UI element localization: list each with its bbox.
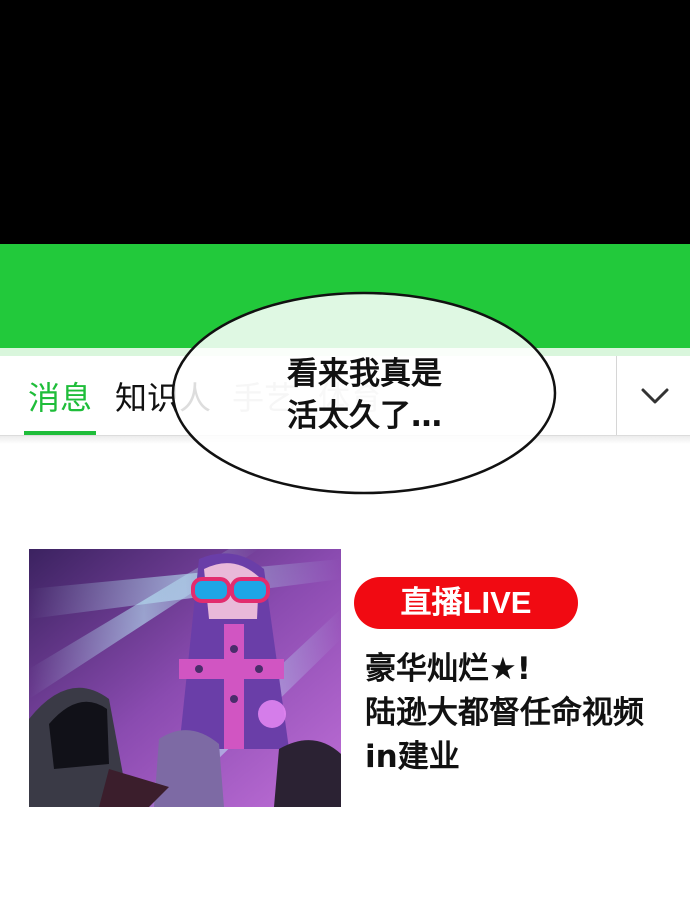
headline-line-1: 豪华灿烂★! bbox=[365, 651, 531, 687]
speech-bubble: 看来我真是 活太久了… bbox=[171, 291, 558, 495]
speech-bubble-text: 看来我真是 活太久了… bbox=[171, 353, 558, 437]
active-tab-indicator bbox=[24, 431, 96, 435]
live-badge: 直播LIVE bbox=[354, 577, 578, 629]
tab-news[interactable]: 消息 bbox=[28, 378, 92, 418]
comic-black-panel bbox=[0, 0, 690, 244]
news-headline[interactable]: 豪华灿烂★! 陆逊大都督任命视频 in建业 bbox=[365, 647, 685, 779]
chevron-down-icon bbox=[641, 388, 669, 404]
news-thumbnail[interactable] bbox=[29, 549, 341, 807]
speech-line-2: 活太久了… bbox=[287, 398, 442, 434]
headline-line-2: 陆逊大都督任命视频 bbox=[365, 695, 644, 731]
more-tabs-button[interactable] bbox=[616, 356, 690, 435]
headline-line-3: in建业 bbox=[365, 739, 460, 775]
speech-line-1: 看来我真是 bbox=[287, 356, 442, 392]
